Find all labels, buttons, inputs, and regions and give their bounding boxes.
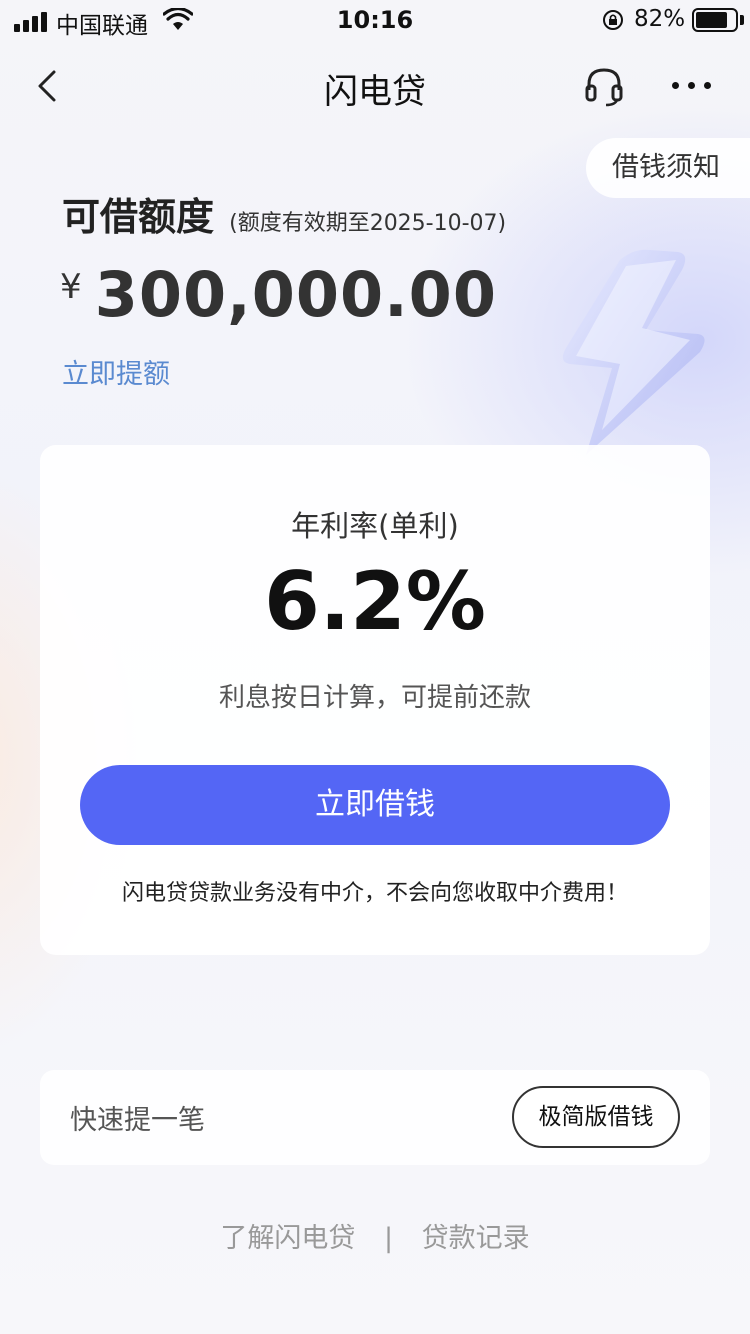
quick-borrow-bar: 快速提一笔 极简版借钱 (40, 1070, 710, 1165)
battery-cap (740, 15, 744, 25)
loan-records-link[interactable]: 贷款记录 (422, 1223, 530, 1254)
battery-percent: 82% (634, 6, 686, 32)
no-intermediary-disclaimer: 闪电贷贷款业务没有中介，不会向您收取中介费用！ (121, 881, 628, 906)
more-icon[interactable] (666, 66, 718, 106)
navigation-bar: 闪电贷 (0, 52, 750, 122)
rate-label: 年利率(单利) (291, 509, 459, 543)
footer-links: 了解闪电贷 | 贷款记录 (0, 1216, 750, 1255)
battery-level-fill (696, 12, 727, 28)
borrow-now-button[interactable]: 立即借钱 (80, 765, 670, 845)
footer-separator: | (383, 1223, 394, 1254)
quick-borrow-label: 快速提一笔 (70, 1105, 205, 1136)
about-link[interactable]: 了解闪电贷 (220, 1223, 355, 1254)
rate-card: 年利率(单利) 6.2% 利息按日计算，可提前还款 立即借钱 闪电贷贷款业务没有… (40, 445, 710, 955)
simple-borrow-button[interactable]: 极简版借钱 (512, 1086, 680, 1148)
rate-note: 利息按日计算，可提前还款 (218, 683, 531, 713)
credit-title: 可借额度 (62, 195, 215, 239)
borrowing-notice-button[interactable]: 借钱须知 (586, 138, 750, 198)
status-bar: 中国联通 10:16 82% (0, 0, 750, 42)
currency-symbol: ¥ (60, 267, 82, 307)
credit-amount-row: ¥ 300,000.00 (60, 258, 497, 331)
credit-title-row: 可借额度 (额度有效期至2025-10-07) (62, 186, 506, 241)
credit-amount: 300,000.00 (94, 258, 497, 331)
lightning-bolt-icon (562, 249, 705, 455)
credit-validity: (额度有效期至2025-10-07) (229, 211, 507, 236)
headset-icon[interactable] (582, 64, 626, 108)
page-title: 闪电贷 (324, 72, 426, 112)
rate-value: 6.2% (264, 555, 486, 648)
battery-icon (692, 8, 738, 32)
rotation-lock-icon (603, 10, 623, 30)
raise-limit-link[interactable]: 立即提额 (62, 352, 170, 391)
